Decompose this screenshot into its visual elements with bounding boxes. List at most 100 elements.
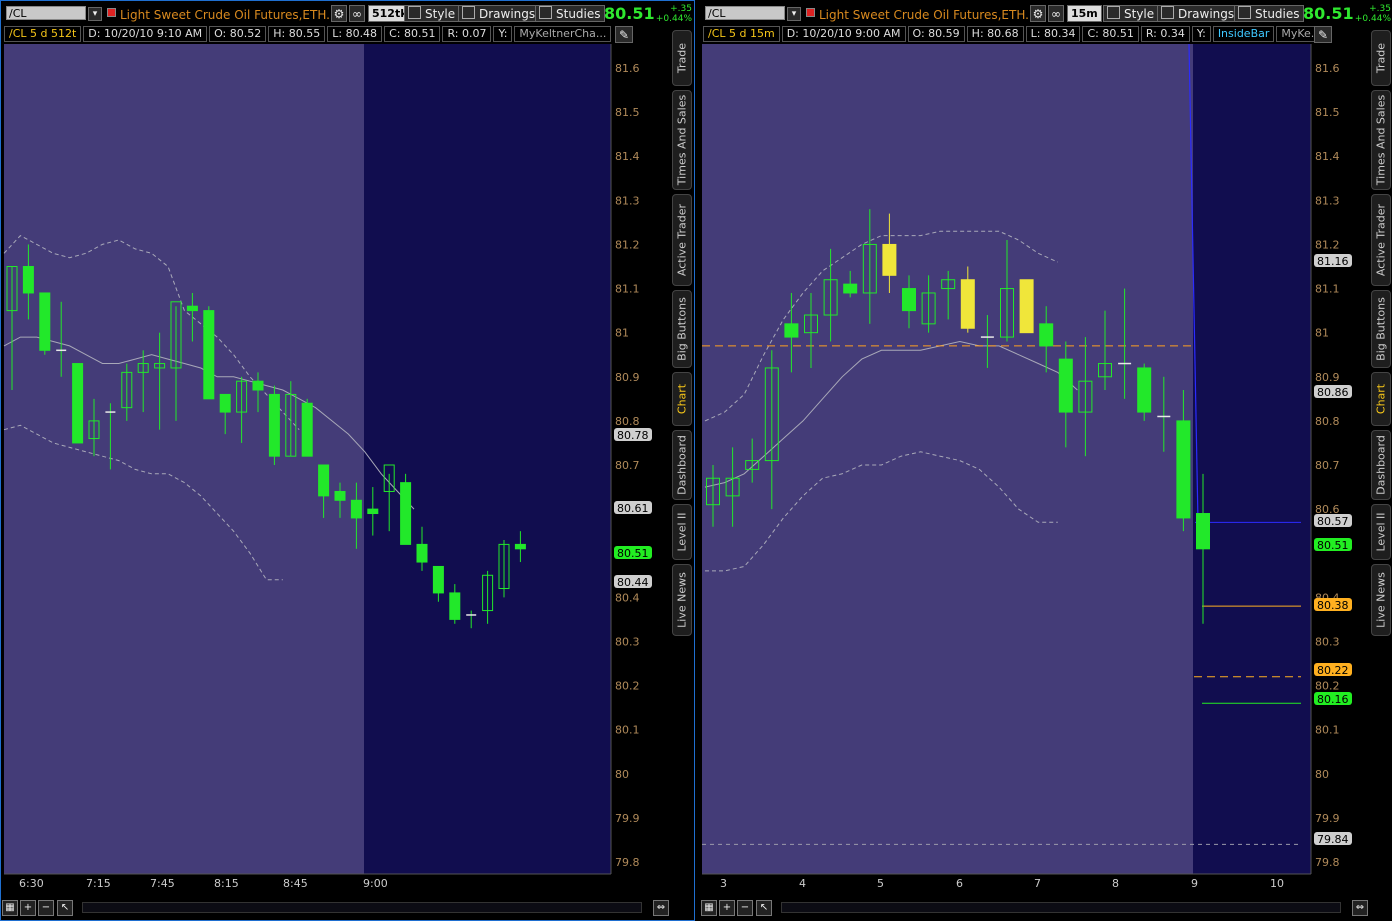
symbol-dropdown-icon[interactable]: ▾ bbox=[787, 7, 801, 21]
link-icon[interactable]: ∞ bbox=[1048, 5, 1064, 22]
chart-settings-icon[interactable]: ✎ bbox=[615, 26, 633, 43]
symbol-input[interactable]: /CL bbox=[705, 6, 785, 20]
y-tick-label: 81.2 bbox=[1315, 238, 1340, 251]
right-price-chart[interactable]: 81.6 81.5 81.4 81.3 81.2 81.1 81 80.9 80.8 80.7 80… bbox=[699, 44, 1369, 876]
side-tab-big-buttons[interactable]: Big Buttons bbox=[672, 290, 692, 368]
side-tab-label: Chart bbox=[675, 383, 689, 415]
style-button[interactable]: Style bbox=[404, 5, 460, 22]
zoom-in-icon[interactable]: + bbox=[20, 900, 36, 916]
studies-button[interactable]: Studies bbox=[1234, 5, 1304, 22]
low-readout: L: 80.34 bbox=[1025, 26, 1081, 42]
price-bubble-label: 80.44 bbox=[617, 576, 649, 589]
style-button[interactable]: Style bbox=[1103, 5, 1159, 22]
y-tick-label: 80.9 bbox=[1315, 371, 1340, 384]
side-tab-chart[interactable]: Chart bbox=[672, 372, 692, 426]
x-tick-label: 6:30 bbox=[19, 877, 44, 890]
price-bubble-label: 80.38 bbox=[1317, 599, 1349, 612]
symbol-input[interactable]: /CL bbox=[6, 6, 86, 20]
side-tab-trade[interactable]: Trade bbox=[672, 30, 692, 86]
y-readout: Y: bbox=[493, 26, 513, 42]
side-tab-active-trader[interactable]: Active Trader bbox=[1371, 194, 1391, 286]
side-tabs: Trade Times And Sales Active Trader Big But… bbox=[672, 26, 692, 676]
side-tab-live-news[interactable]: Live News bbox=[1371, 564, 1391, 636]
grid-icon[interactable]: ▦ bbox=[701, 900, 717, 916]
y-tick-label: 81.2 bbox=[615, 238, 640, 251]
side-tab-live-news[interactable]: Live News bbox=[672, 564, 692, 636]
drawings-button[interactable]: Drawings bbox=[458, 5, 540, 22]
cursor-icon[interactable]: ↖ bbox=[756, 900, 772, 916]
left-scrollbar[interactable] bbox=[82, 902, 642, 913]
expand-icon[interactable]: ⇔ bbox=[653, 900, 669, 916]
settings-icon[interactable]: ⚙ bbox=[331, 5, 347, 22]
side-tab-level-ii[interactable]: Level II bbox=[672, 504, 692, 560]
candle bbox=[400, 473, 412, 545]
side-tab-label: Live News bbox=[675, 572, 689, 628]
studies-icon bbox=[539, 6, 552, 19]
right-scrollbar[interactable] bbox=[781, 902, 1341, 913]
right-chart-pane: /CL ▾ Light Sweet Crude Oil Futures,ETH.… bbox=[699, 0, 1392, 921]
right-info-bar: /CL 5 d 15m D: 10/20/10 9:00 AM O: 80.59 H:… bbox=[703, 26, 1327, 42]
symbol-dropdown-icon[interactable]: ▾ bbox=[88, 7, 102, 21]
study-label[interactable]: MyKeltnerCha... bbox=[514, 26, 612, 42]
open-readout: O: 80.59 bbox=[907, 26, 965, 42]
grid-icon[interactable]: ▦ bbox=[2, 900, 18, 916]
range-readout: R: 0.34 bbox=[1140, 26, 1190, 42]
flag-icon bbox=[806, 8, 815, 17]
side-tab-big-buttons[interactable]: Big Buttons bbox=[1371, 290, 1391, 368]
x-tick-label: 8:15 bbox=[214, 877, 239, 890]
side-tab-chart[interactable]: Chart bbox=[1371, 372, 1391, 426]
studies-button[interactable]: Studies bbox=[535, 5, 605, 22]
left-chart-pane: /CL ▾ Light Sweet Crude Oil Futures,ETH.… bbox=[0, 0, 695, 921]
x-tick-label: 6 bbox=[956, 877, 963, 890]
y-tick-label: 79.8 bbox=[1315, 856, 1340, 869]
y-tick-label: 81.4 bbox=[615, 150, 640, 163]
open-readout: O: 80.52 bbox=[209, 26, 267, 42]
price-bubble: 80.22 bbox=[1314, 663, 1352, 677]
zoom-out-icon[interactable]: − bbox=[737, 900, 753, 916]
zoom-out-icon[interactable]: − bbox=[38, 900, 54, 916]
side-tab-times-and-sales[interactable]: Times And Sales bbox=[672, 90, 692, 190]
high-readout: H: 80.55 bbox=[268, 26, 326, 42]
drawings-button[interactable]: Drawings bbox=[1157, 5, 1239, 22]
side-tabs: Trade Times And Sales Active Trader Big But… bbox=[1371, 26, 1391, 676]
side-tab-label: Big Buttons bbox=[1374, 297, 1388, 361]
close-readout: C: 80.51 bbox=[384, 26, 441, 42]
price-bubble: 80.61 bbox=[614, 501, 652, 515]
cursor-icon[interactable]: ↖ bbox=[57, 900, 73, 916]
session-region bbox=[364, 44, 611, 874]
session-region bbox=[1193, 44, 1311, 874]
chart-settings-icon[interactable]: ✎ bbox=[1314, 26, 1332, 43]
x-tick-label: 8:45 bbox=[283, 877, 308, 890]
side-tab-active-trader[interactable]: Active Trader bbox=[672, 194, 692, 286]
side-tab-label: Level II bbox=[675, 512, 689, 552]
price-bubble-label: 80.61 bbox=[617, 502, 649, 515]
price-bubble: 80.51 bbox=[1314, 538, 1352, 552]
side-tab-times-and-sales[interactable]: Times And Sales bbox=[1371, 90, 1391, 190]
side-tab-level-ii[interactable]: Level II bbox=[1371, 504, 1391, 560]
symbol-description: Light Sweet Crude Oil Futures,ETH... bbox=[120, 8, 338, 22]
pencil-icon bbox=[1161, 6, 1174, 19]
y-tick-label: 80.8 bbox=[615, 415, 640, 428]
last-price: 80.51 bbox=[1303, 4, 1354, 23]
y-tick-label: 81.5 bbox=[1315, 106, 1340, 119]
price-bubble-label: 81.16 bbox=[1317, 255, 1349, 268]
chart-symbol-label[interactable]: /CL 5 d 15m bbox=[703, 26, 780, 42]
candle bbox=[268, 385, 280, 465]
zoom-in-icon[interactable]: + bbox=[719, 900, 735, 916]
premarket-region bbox=[4, 44, 364, 874]
side-tab-trade[interactable]: Trade bbox=[1371, 30, 1391, 86]
link-icon[interactable]: ∞ bbox=[349, 5, 365, 22]
side-tab-dashboard[interactable]: Dashboard bbox=[672, 430, 692, 500]
low-readout: L: 80.48 bbox=[327, 26, 383, 42]
chart-symbol-label[interactable]: /CL 5 d 512t bbox=[4, 26, 82, 42]
left-price-chart[interactable]: 81.6 81.5 81.4 81.3 81.2 81.1 81 80.9 80.8 80.7 80… bbox=[0, 44, 672, 876]
settings-icon[interactable]: ⚙ bbox=[1030, 5, 1046, 22]
y-tick-label: 81.3 bbox=[615, 194, 640, 207]
price-bubble-label: 80.78 bbox=[617, 429, 649, 442]
insidebar-study-label[interactable]: InsideBar bbox=[1212, 26, 1275, 42]
side-tab-dashboard[interactable]: Dashboard bbox=[1371, 430, 1391, 500]
price-bubble-label: 80.57 bbox=[1317, 515, 1349, 528]
y-tick-label: 81 bbox=[615, 327, 629, 340]
aggregation-button[interactable]: 15m bbox=[1067, 5, 1102, 22]
expand-icon[interactable]: ⇔ bbox=[1352, 900, 1368, 916]
